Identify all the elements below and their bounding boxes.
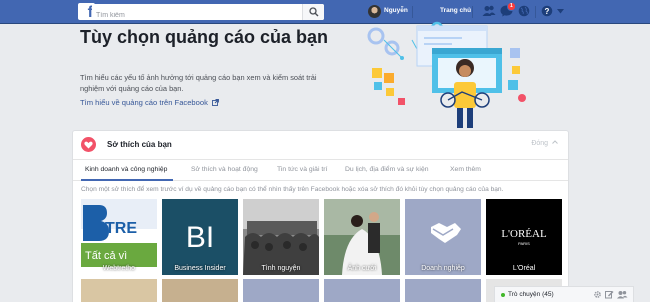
- webtretho-logo-text: TRE: [105, 220, 137, 237]
- heart-badge: [81, 137, 96, 152]
- notifications-globe-icon[interactable]: [518, 5, 530, 17]
- enterprise-placeholder-image: [405, 199, 481, 275]
- external-link-icon: [212, 99, 219, 106]
- tab-business-industry[interactable]: Kinh doanh và công nghiệp: [85, 166, 167, 173]
- loreal-logo-text: L'ORÉAL: [501, 228, 547, 240]
- notifications-count-badge: 1: [507, 2, 516, 11]
- account-menu-dropdown-icon[interactable]: [557, 9, 564, 14]
- online-status-dot: [501, 293, 505, 297]
- page-description: Tìm hiểu các yếu tố ảnh hưởng tới quảng …: [80, 73, 317, 93]
- profile-avatar[interactable]: [368, 5, 381, 18]
- chat-label: Trò chuyện (45): [508, 291, 554, 298]
- loreal-logo-image: L'ORÉAL PARIS: [486, 199, 562, 275]
- home-link[interactable]: Trang chủ: [440, 7, 471, 14]
- interest-tile-wedding-photos[interactable]: Ảnh cưới: [324, 199, 400, 275]
- interest-tiles-grid: TRE Tất cả vì Webtretho BI Business Insi…: [81, 199, 562, 302]
- tab-see-more[interactable]: Xem thêm: [450, 166, 481, 173]
- tab-news-entertainment[interactable]: Tin tức và giải trí: [277, 166, 327, 173]
- nav-divider: [535, 6, 536, 18]
- interest-tile-loreal[interactable]: L'ORÉAL PARIS L'Oréal: [486, 199, 562, 275]
- interest-tile-row2[interactable]: [162, 279, 238, 302]
- nav-divider: [412, 6, 413, 18]
- tile-label: Webtretho: [102, 265, 136, 272]
- interest-tile-business-insider[interactable]: BI Business Insider: [162, 199, 238, 275]
- learn-about-ads-link[interactable]: Tìm hiểu về quảng cáo trên Facebook: [80, 98, 219, 107]
- search-box: [92, 4, 324, 24]
- new-message-icon[interactable]: [605, 290, 614, 299]
- svg-text:?: ?: [545, 7, 550, 16]
- interest-tile-enterprise[interactable]: Doanh nghiệp: [405, 199, 481, 275]
- heart-icon: [84, 141, 93, 148]
- webtretho-banner-text: Tất cả vì: [85, 250, 127, 262]
- collapse-section-button[interactable]: Đóng: [531, 140, 558, 147]
- search-button[interactable]: [302, 4, 324, 20]
- tile-label: Ảnh cưới: [347, 265, 377, 272]
- tile-label: Doanh nghiệp: [421, 265, 465, 272]
- interest-tile-row2[interactable]: [324, 279, 400, 302]
- interests-card-header[interactable]: Sở thích của bạn Đóng: [73, 131, 568, 159]
- interest-tile-row2[interactable]: [243, 279, 319, 302]
- top-navigation-bar: f Nguyễn Trang chủ 1 ?: [0, 0, 650, 24]
- interest-tile-row2[interactable]: [81, 279, 157, 302]
- interest-tile-webtretho[interactable]: TRE Tất cả vì Webtretho: [81, 199, 157, 275]
- chevron-up-icon: [552, 140, 558, 144]
- search-icon: [309, 7, 319, 17]
- tab-travel-places-events[interactable]: Du lịch, địa điểm và sự kiện: [345, 166, 429, 173]
- profile-name-link[interactable]: Nguyễn: [384, 7, 408, 14]
- chat-sidebar-bar[interactable]: Trò chuyện (45): [494, 286, 634, 302]
- create-group-icon[interactable]: [617, 290, 628, 299]
- interests-card: Sở thích của bạn Đóng Kinh doanh và công…: [72, 130, 569, 302]
- interest-category-tabs: Kinh doanh và công nghiệp Sở thích và ho…: [73, 159, 568, 181]
- loreal-logo-subtext: PARIS: [518, 241, 530, 246]
- tile-label: L'Oréal: [512, 265, 536, 272]
- gear-icon[interactable]: [593, 290, 602, 299]
- wedding-photo: [324, 199, 400, 275]
- interest-tile-volunteering[interactable]: Tình nguyện: [243, 199, 319, 275]
- ad-preferences-illustration: [367, 21, 526, 128]
- collapse-label: Đóng: [531, 140, 549, 147]
- help-icon[interactable]: ?: [541, 5, 553, 17]
- friend-requests-icon[interactable]: [482, 5, 496, 17]
- tile-label: Business Insider: [174, 265, 226, 272]
- search-input[interactable]: [92, 7, 292, 24]
- interest-tile-row2[interactable]: [405, 279, 481, 302]
- webtretho-logo-image: TRE Tất cả vì: [81, 199, 157, 275]
- interests-helper-text: Chọn một sở thích để xem trước ví dụ về …: [81, 186, 504, 193]
- tile-label: Tình nguyện: [261, 265, 301, 272]
- tab-hobbies-activities[interactable]: Sở thích và hoạt động: [191, 166, 258, 173]
- interests-title: Sở thích của bạn: [107, 140, 172, 149]
- active-tab-indicator: [81, 179, 173, 181]
- business-insider-logo-image: BI: [162, 199, 238, 275]
- volunteering-photo: [243, 199, 319, 275]
- nav-divider: [472, 6, 473, 18]
- business-insider-logo-text: BI: [186, 221, 214, 254]
- page-title: Tùy chọn quảng cáo của bạn: [80, 27, 329, 47]
- learn-about-ads-link-label: Tìm hiểu về quảng cáo trên Facebook: [80, 98, 208, 107]
